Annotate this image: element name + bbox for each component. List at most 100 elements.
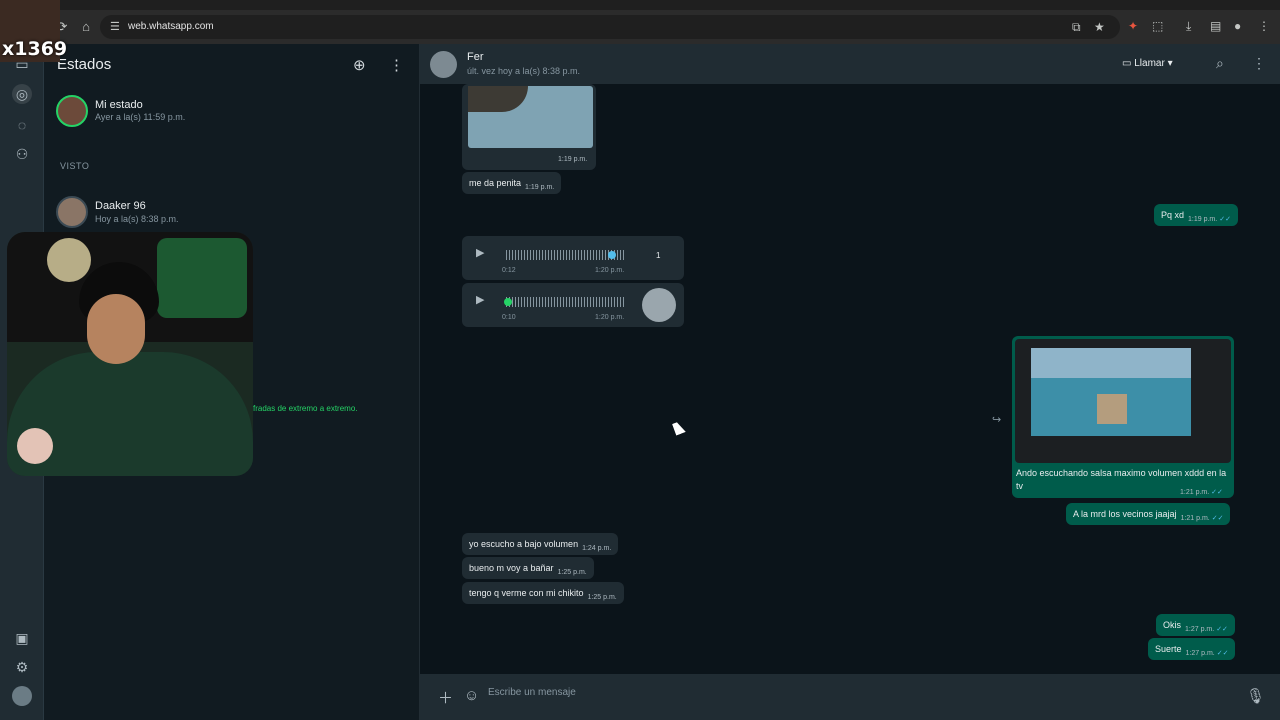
message-time: 1:20 p.m.	[595, 267, 625, 274]
message-composer: ＋ ☺ Escribe un mensaje 🎙	[420, 674, 1280, 720]
voice-message[interactable]: ▶ 0:10 1:20 p.m.	[462, 283, 684, 327]
site-info-icon[interactable]: ☰	[110, 20, 120, 33]
chevron-down-icon: ▾	[1167, 58, 1173, 69]
extensions-puzzle-icon[interactable]: ⬚	[1152, 19, 1163, 33]
incoming-message[interactable]: me da penita 1:19 p.m.	[462, 172, 562, 194]
microphone-icon[interactable]: 🎙	[1246, 687, 1265, 705]
video-call-icon: ▭	[1122, 58, 1132, 69]
message-time: 1:24 p.m.	[582, 545, 612, 552]
my-status-time: Ayer a la(s) 11:59 p.m.	[95, 112, 186, 122]
webcam-overlay	[7, 232, 253, 476]
search-icon[interactable]: ⌕	[1216, 55, 1224, 72]
outgoing-message[interactable]: Okis 1:27 p.m. ✓✓	[1156, 614, 1235, 636]
chat-menu-icon[interactable]: ⋮	[1252, 55, 1266, 72]
my-status-name: Mi estado	[95, 99, 143, 111]
message-text: Suerte	[1155, 644, 1182, 654]
status-icon[interactable]: ◎	[12, 84, 32, 104]
read-receipt-icon: ✓✓	[1211, 489, 1223, 496]
message-text: Pq xd	[1161, 210, 1185, 220]
read-receipt-icon: ✓✓	[1216, 626, 1228, 633]
my-status-row[interactable]: Mi estado Ayer a la(s) 11:59 p.m.	[44, 94, 420, 134]
message-text: A la mrd los vecinos jaajaj	[1073, 509, 1177, 519]
channels-icon[interactable]: ◌	[12, 115, 32, 135]
audio-duration: 0:12	[502, 267, 516, 274]
browser-menu-icon[interactable]: ⋮	[1258, 19, 1270, 33]
chat-header[interactable]: Fer últ. vez hoy a la(s) 8:38 p.m. ▭ Lla…	[420, 44, 1280, 84]
message-time: 1:19 p.m.	[525, 184, 555, 191]
contact-status-time: Hoy a la(s) 8:38 p.m.	[95, 214, 179, 224]
attach-plus-icon[interactable]: ＋	[438, 687, 453, 708]
add-status-icon[interactable]: ⊕	[353, 56, 366, 74]
outgoing-message[interactable]: A la mrd los vecinos jaajaj 1:21 p.m. ✓✓	[1066, 503, 1231, 525]
message-time: 1:21 p.m.	[1180, 515, 1210, 522]
chat-contact-name[interactable]: Fer	[467, 51, 484, 63]
message-image[interactable]	[1015, 339, 1231, 463]
settings-icon[interactable]: ⚙	[12, 657, 32, 677]
message-text: yo escucho a bajo volumen	[469, 539, 579, 549]
install-app-icon[interactable]: ⧉	[1072, 20, 1081, 35]
outgoing-message[interactable]: Pq xd 1:19 p.m. ✓✓	[1154, 204, 1238, 226]
url-text: web.whatsapp.com	[128, 21, 214, 32]
message-time: 1:27 p.m.	[1185, 626, 1215, 633]
seen-section-label: VISTO	[60, 161, 90, 171]
chat-last-seen: últ. vez hoy a la(s) 8:38 p.m.	[467, 66, 581, 76]
message-time: 1:21 p.m.	[1180, 489, 1210, 496]
extension-icon[interactable]: ✦	[1128, 19, 1138, 33]
incoming-image-message[interactable]: 1:19 p.m.	[462, 84, 596, 170]
message-image[interactable]	[468, 86, 593, 148]
emoji-sticker-icon[interactable]: ☺	[464, 687, 479, 704]
contact-name: Daaker 96	[95, 200, 146, 212]
chat-contact-avatar[interactable]	[430, 51, 457, 78]
communities-icon[interactable]: ⚇	[12, 144, 32, 164]
playback-speed[interactable]: 1	[656, 251, 660, 260]
profile-avatar[interactable]	[12, 686, 32, 706]
mascot-sticker	[17, 428, 53, 464]
download-icon[interactable]: ⤓	[1186, 19, 1191, 34]
play-icon[interactable]: ▶	[476, 293, 484, 306]
outgoing-message[interactable]: Suerte 1:27 p.m. ✓✓	[1148, 638, 1236, 660]
profile-icon[interactable]: ●	[1234, 19, 1241, 33]
message-time: 1:25 p.m.	[587, 594, 617, 601]
watermark-text: x1369	[2, 38, 68, 60]
call-button[interactable]: ▭ Llamar ▾	[1112, 53, 1188, 75]
message-time: 1:20 p.m.	[595, 314, 625, 321]
incoming-message[interactable]: tengo q verme con mi chikito 1:25 p.m.	[462, 582, 624, 604]
message-text: Okis	[1163, 620, 1181, 630]
screen: ⟳ ⌂ ☰ web.whatsapp.com ⧉ ★ ✦ ⬚ ⤓ ▤ ● ⋮ ▭…	[0, 0, 1280, 720]
status-item-daaker[interactable]: Daaker 96 Hoy a la(s) 8:38 p.m.	[44, 196, 420, 236]
playback-handle[interactable]	[504, 298, 512, 306]
message-time: 1:19 p.m.	[1188, 216, 1218, 223]
chat-pane: Fer últ. vez hoy a la(s) 8:38 p.m. ▭ Lla…	[420, 44, 1280, 720]
message-time: 1:27 p.m.	[1185, 650, 1215, 657]
incoming-message[interactable]: yo escucho a bajo volumen 1:24 p.m.	[462, 533, 619, 555]
message-time: 1:25 p.m.	[557, 569, 587, 576]
sender-avatar	[642, 288, 676, 322]
message-text: me da penita	[469, 178, 522, 188]
home-icon[interactable]: ⌂	[78, 19, 94, 35]
audio-waveform[interactable]	[506, 297, 624, 307]
browser-tab-strip[interactable]	[0, 0, 1280, 10]
incoming-message[interactable]: bueno m voy a bañar 1:25 p.m.	[462, 557, 594, 579]
panel-menu-icon[interactable]: ⋮	[389, 56, 404, 74]
read-receipt-icon: ✓✓	[1219, 216, 1231, 223]
play-icon[interactable]: ▶	[476, 246, 484, 259]
bookmark-star-icon[interactable]: ★	[1094, 20, 1105, 34]
message-text: tengo q verme con mi chikito	[469, 588, 584, 598]
tab-search-icon[interactable]: ▤	[1210, 19, 1221, 33]
read-receipt-icon: ✓✓	[1211, 515, 1224, 522]
read-receipt-icon: ✓✓	[1216, 650, 1229, 657]
encryption-note: fradas de extremo a extremo.	[253, 404, 358, 413]
audio-duration: 0:10	[502, 314, 516, 321]
address-bar[interactable]: ☰ web.whatsapp.com ⧉ ★	[100, 15, 1120, 39]
outgoing-image-message[interactable]: Ando escuchando salsa maximo volumen xdd…	[1012, 336, 1234, 498]
media-icon[interactable]: ▣	[12, 628, 32, 648]
browser-toolbar: ⟳ ⌂ ☰ web.whatsapp.com ⧉ ★ ✦ ⬚ ⤓ ▤ ● ⋮	[0, 10, 1280, 44]
contact-avatar	[56, 196, 88, 228]
forward-icon[interactable]: ↪	[992, 413, 1001, 426]
voice-message[interactable]: ▶ 0:12 1:20 p.m. 1	[462, 236, 684, 280]
audio-waveform[interactable]	[506, 250, 624, 260]
streamer-watermark: x1369	[0, 0, 67, 62]
message-input[interactable]: Escribe un mensaje	[488, 687, 576, 698]
playback-handle[interactable]	[608, 251, 616, 259]
message-time: 1:19 p.m.	[558, 156, 588, 163]
